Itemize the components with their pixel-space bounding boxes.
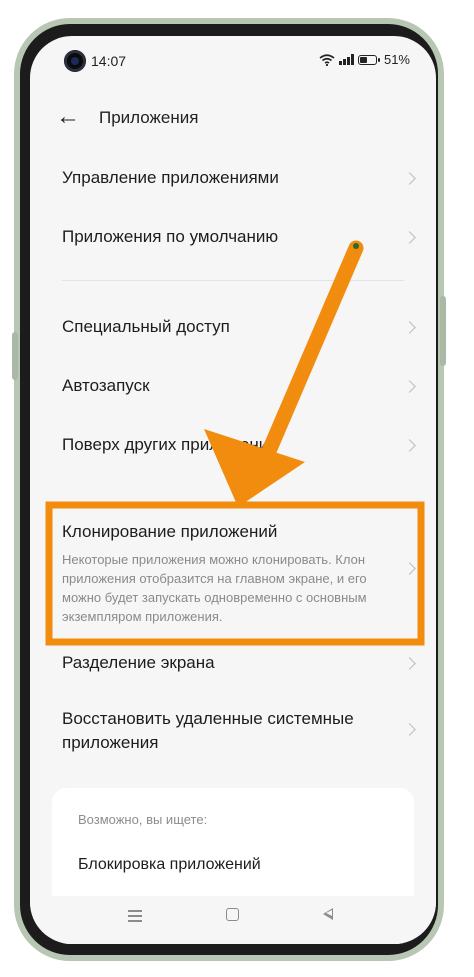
back-triangle-icon[interactable] — [323, 908, 333, 920]
status-bar: 14:07 51% — [30, 48, 436, 76]
menu-icon[interactable] — [128, 910, 142, 922]
menu-item-app-cloning[interactable]: Клонирование приложений Некоторые прилож… — [30, 520, 436, 626]
menu-item-autostart[interactable]: Автозапуск — [30, 374, 436, 398]
phone-power-button — [440, 296, 446, 366]
menu-item-default-apps[interactable]: Приложения по умолчанию — [30, 225, 436, 249]
home-icon[interactable] — [226, 908, 239, 921]
menu-item-label: Разделение экрана — [62, 653, 215, 672]
menu-item-label: Управление приложениями — [62, 168, 279, 187]
status-time: 14:07 — [91, 53, 127, 69]
front-camera — [64, 50, 86, 72]
menu-item-label: Специальный доступ — [62, 317, 230, 336]
app-header: ← Приложения — [30, 102, 436, 136]
arrow-left-icon[interactable]: ← — [56, 104, 84, 132]
page-title: Приложения — [99, 108, 199, 127]
menu-item-label: Приложения по умолчанию — [62, 227, 279, 246]
menu-item-special-access[interactable]: Специальный доступ — [30, 315, 436, 339]
menu-item-label: Автозапуск — [62, 376, 150, 395]
section-divider — [62, 280, 404, 281]
suggestions-heading: Возможно, вы ищете: — [78, 812, 208, 827]
signal-icon — [339, 54, 354, 65]
phone-side-button — [12, 332, 18, 380]
status-icons: 51% — [319, 52, 410, 67]
menu-item-split-screen[interactable]: Разделение экрана — [30, 651, 436, 675]
menu-item-label: Восстановить удаленные системные приложе… — [62, 709, 354, 752]
wifi-icon — [319, 53, 335, 66]
menu-item-display-over-apps[interactable]: Поверх других приложений — [30, 433, 436, 457]
menu-item-restore-system-apps[interactable]: Восстановить удаленные системные приложе… — [30, 707, 436, 755]
suggestion-item[interactable]: Блокировка приложений — [78, 856, 261, 874]
menu-item-label: Клонирование приложений — [62, 522, 278, 541]
chevron-right-icon — [403, 562, 416, 575]
chevron-right-icon — [403, 723, 416, 736]
menu-item-label: Поверх других приложений — [62, 435, 278, 454]
navigation-bar — [30, 896, 436, 944]
menu-item-app-management[interactable]: Управление приложениями — [30, 166, 436, 190]
battery-icon — [357, 54, 380, 65]
phone-screen: 14:07 51% ← Приложения Управление прилож… — [30, 36, 436, 944]
battery-percentage: 51% — [383, 52, 410, 67]
menu-item-description: Некоторые приложения можно клонировать. … — [62, 552, 367, 624]
